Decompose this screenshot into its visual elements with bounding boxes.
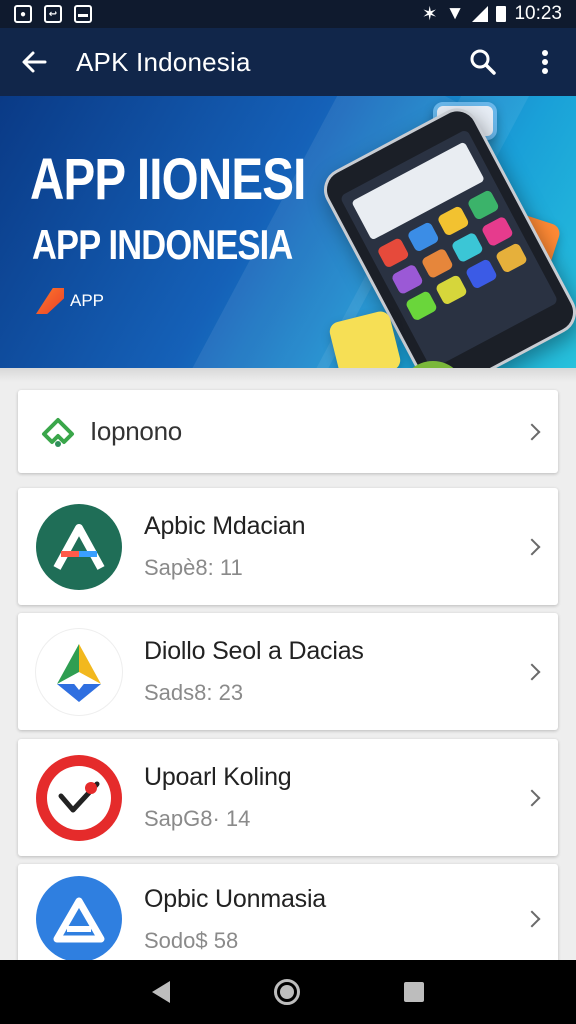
app-logo-icon bbox=[36, 288, 64, 314]
chevron-right-icon bbox=[523, 423, 541, 440]
signal-icon bbox=[472, 6, 489, 22]
a-logo-blue-icon bbox=[36, 876, 122, 962]
more-vert-icon bbox=[542, 50, 548, 74]
banner-logo-text: APP bbox=[70, 291, 105, 310]
app-list-item[interactable]: Opbic Uonmasia Sodo$ 58 bbox=[18, 864, 558, 974]
category-logo-icon bbox=[42, 417, 74, 447]
system-nav-bar bbox=[0, 960, 576, 1024]
banner-subheadline: APP INDONESIA bbox=[32, 221, 293, 268]
search-button[interactable] bbox=[452, 28, 514, 96]
battery-icon bbox=[496, 6, 507, 22]
more-options-button[interactable] bbox=[514, 28, 576, 96]
back-arrow-icon bbox=[22, 51, 47, 73]
app-bar: APK Indonesia bbox=[0, 28, 576, 96]
wifi-icon: ▼ bbox=[445, 3, 465, 24]
app-subtitle: Sodo$ 58 bbox=[144, 927, 239, 953]
banner-logo: APP bbox=[36, 288, 104, 314]
nav-back-icon[interactable] bbox=[152, 981, 170, 1003]
triangle-logo-icon bbox=[36, 628, 122, 715]
nav-recents-icon[interactable] bbox=[404, 982, 424, 1002]
bluetooth-icon: ✶ bbox=[421, 3, 438, 25]
app-subtitle: Sads8: 23 bbox=[144, 680, 244, 705]
app-list-item[interactable]: Apbic Mdacian Sapè8: 11 bbox=[18, 488, 558, 605]
app-subtitle: Sapè8: 11 bbox=[144, 555, 243, 580]
app-list-item[interactable]: Upoarl Koling SapG8· 14 bbox=[18, 739, 558, 856]
app-name: Opbic Uonmasia bbox=[144, 884, 327, 913]
banner-headline: APP IIONESI bbox=[30, 147, 306, 212]
category-label: Iopnono bbox=[90, 416, 182, 446]
chevron-right-icon bbox=[523, 789, 541, 806]
page-title: APK Indonesia bbox=[76, 46, 251, 77]
chevron-right-icon bbox=[523, 663, 541, 680]
app-subtitle: SapG8· 14 bbox=[144, 806, 251, 831]
app-name: Upoarl Koling bbox=[144, 763, 292, 791]
message-icon: ▬ bbox=[74, 5, 92, 23]
status-time: 10:23 bbox=[514, 3, 562, 24]
notification-icon: ↩ bbox=[44, 5, 62, 23]
nav-home-icon[interactable] bbox=[274, 979, 300, 1005]
promo-banner[interactable]: APP IIONESI APP INDONESIA APP bbox=[0, 96, 576, 368]
a-logo-green-icon bbox=[36, 503, 122, 590]
app-name: Diollo Seol a Dacias bbox=[144, 637, 364, 665]
notification-icon: ● bbox=[14, 5, 32, 23]
chevron-right-icon bbox=[523, 910, 541, 928]
status-bar: ● ↩ ▬ ✶ ▼ 10:23 bbox=[0, 0, 576, 28]
app-name: Apbic Mdacian bbox=[144, 512, 306, 540]
checkmark-logo-red-icon bbox=[36, 754, 122, 841]
category-row[interactable]: Iopnono bbox=[18, 390, 558, 473]
search-icon bbox=[470, 49, 496, 75]
app-list-item[interactable]: Diollo Seol a Dacias Sads8: 23 bbox=[18, 613, 558, 730]
back-button[interactable] bbox=[0, 28, 68, 96]
chevron-right-icon bbox=[523, 538, 541, 555]
